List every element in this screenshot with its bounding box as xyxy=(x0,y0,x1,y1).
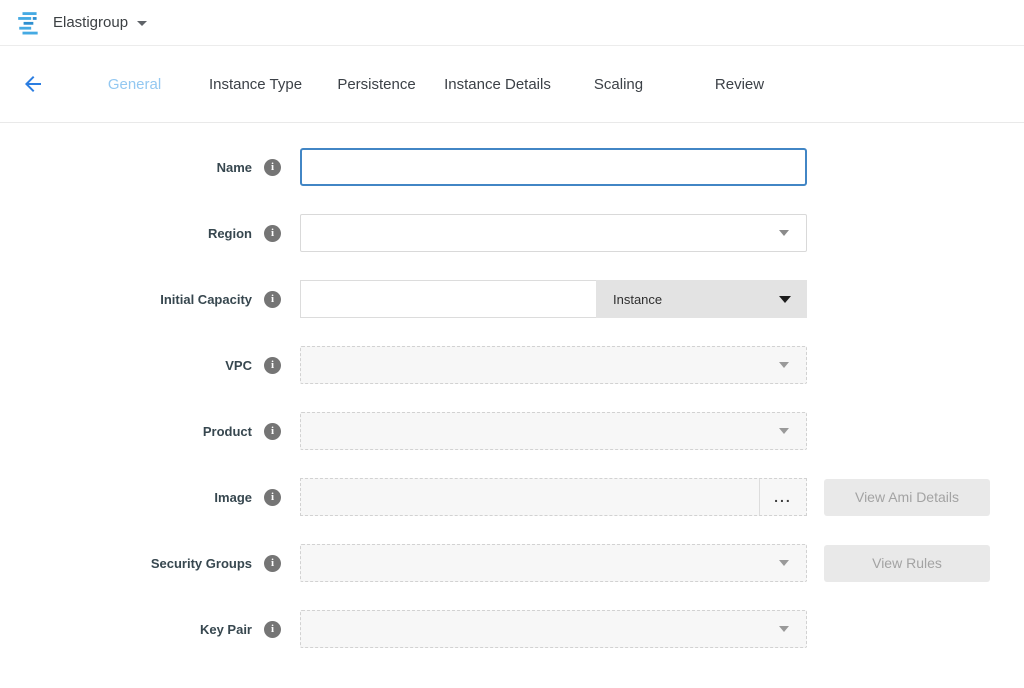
name-info-icon[interactable]: i xyxy=(264,159,281,176)
app-switcher-label[interactable]: Elastigroup xyxy=(53,14,128,31)
security-groups-label: Security Groups xyxy=(151,556,252,571)
tab-instance-type[interactable]: Instance Type xyxy=(195,76,316,93)
arrow-back-icon xyxy=(21,72,45,96)
chevron-down-icon xyxy=(779,362,789,368)
vpc-label: VPC xyxy=(225,358,252,373)
capacity-unit-value: Instance xyxy=(613,292,662,307)
initial-capacity-label: Initial Capacity xyxy=(160,292,252,307)
view-ami-details-button[interactable]: View Ami Details xyxy=(824,479,990,516)
chevron-down-icon xyxy=(779,296,791,303)
image-value xyxy=(301,479,760,515)
form-row-product: Product i xyxy=(0,412,1024,450)
wizard-tabs: General Instance Type Persistence Instan… xyxy=(74,76,800,93)
product-label: Product xyxy=(203,424,252,439)
name-label: Name xyxy=(217,160,252,175)
tab-instance-details[interactable]: Instance Details xyxy=(437,76,558,93)
initial-capacity-info-icon[interactable]: i xyxy=(264,291,281,308)
tab-scaling[interactable]: Scaling xyxy=(558,76,679,93)
name-input[interactable] xyxy=(300,148,807,186)
app-header: Elastigroup xyxy=(0,0,1024,46)
back-button[interactable] xyxy=(20,71,46,97)
form-row-region: Region i xyxy=(0,214,1024,252)
vpc-select xyxy=(300,346,807,384)
form-row-name: Name i xyxy=(0,148,1024,186)
image-browse-button[interactable]: ... xyxy=(760,479,806,515)
form-row-initial-capacity: Initial Capacity i Instance xyxy=(0,280,1024,318)
tab-general[interactable]: General xyxy=(74,76,195,93)
region-info-icon[interactable]: i xyxy=(264,225,281,242)
image-label: Image xyxy=(214,490,252,505)
tab-review[interactable]: Review xyxy=(679,76,800,93)
image-info-icon[interactable]: i xyxy=(264,489,281,506)
chevron-down-icon xyxy=(779,626,789,632)
image-input: ... xyxy=(300,478,807,516)
form-row-vpc: VPC i xyxy=(0,346,1024,384)
general-settings-form: Name i Region i Initial Capacity i Insta… xyxy=(0,123,1024,648)
region-select[interactable] xyxy=(300,214,807,252)
app-switcher-caret-icon[interactable] xyxy=(137,21,147,26)
chevron-down-icon xyxy=(779,230,789,236)
form-row-security-groups: Security Groups i View Rules xyxy=(0,544,1024,582)
region-label: Region xyxy=(208,226,252,241)
key-pair-info-icon[interactable]: i xyxy=(264,621,281,638)
wizard-tab-bar: General Instance Type Persistence Instan… xyxy=(0,46,1024,123)
capacity-unit-select[interactable]: Instance xyxy=(596,280,807,318)
product-info-icon[interactable]: i xyxy=(264,423,281,440)
key-pair-select xyxy=(300,610,807,648)
initial-capacity-input[interactable] xyxy=(300,280,596,318)
key-pair-label: Key Pair xyxy=(200,622,252,637)
form-row-image: Image i ... View Ami Details xyxy=(0,478,1024,516)
product-select xyxy=(300,412,807,450)
chevron-down-icon xyxy=(779,428,789,434)
security-groups-info-icon[interactable]: i xyxy=(264,555,281,572)
elastigroup-logo-icon xyxy=(16,10,42,36)
view-rules-button[interactable]: View Rules xyxy=(824,545,990,582)
chevron-down-icon xyxy=(779,560,789,566)
security-groups-select xyxy=(300,544,807,582)
tab-persistence[interactable]: Persistence xyxy=(316,76,437,93)
vpc-info-icon[interactable]: i xyxy=(264,357,281,374)
form-row-key-pair: Key Pair i xyxy=(0,610,1024,648)
